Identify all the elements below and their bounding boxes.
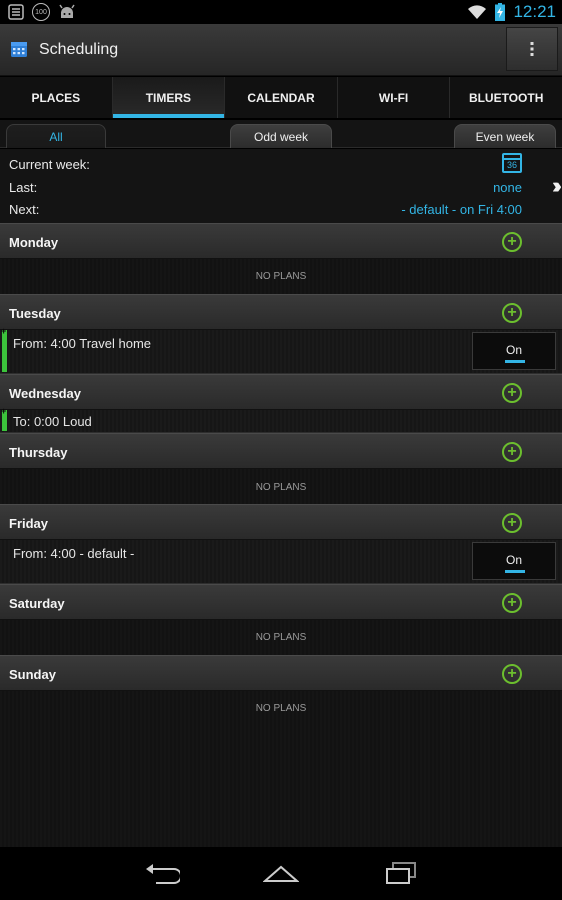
android-icon (59, 4, 75, 18)
plus-icon: + (507, 384, 517, 401)
plus-icon: + (507, 665, 517, 682)
no-plans-thursday: NO PLANS (255, 482, 307, 493)
plus-icon: + (507, 514, 517, 531)
add-plan-button[interactable]: + (502, 513, 522, 533)
tab-places[interactable]: PLACES (0, 77, 113, 118)
current-week-number: 36 (506, 160, 517, 170)
plus-icon: + (507, 304, 517, 321)
toggle-label: On (505, 343, 522, 357)
add-plan-button[interactable]: + (502, 442, 522, 462)
more-vertical-icon (530, 42, 534, 56)
day-header-wednesday: Wednesday + (0, 374, 562, 410)
page-title: Scheduling (39, 41, 119, 58)
back-icon[interactable] (144, 861, 180, 887)
toggle-label: On (505, 553, 522, 567)
day-name: Thursday (9, 445, 68, 460)
day-name: Wednesday (9, 386, 82, 401)
week-tab-all[interactable]: All (6, 124, 106, 148)
wifi-icon (468, 5, 487, 19)
day-name: Saturday (9, 596, 65, 611)
double-chevron-right-icon[interactable]: ››› (552, 173, 562, 199)
calendar-app-icon[interactable] (10, 40, 28, 58)
day-name: Friday (9, 516, 49, 531)
day-name: Sunday (9, 667, 56, 682)
week-tab-odd[interactable]: Odd week (230, 124, 332, 148)
home-icon[interactable] (263, 861, 299, 887)
recent-apps-icon[interactable] (383, 861, 419, 887)
active-indicator (1, 406, 7, 431)
no-plans-sunday: NO PLANS (255, 703, 307, 714)
battery-level-icon: 100 (32, 3, 50, 21)
week-info: Current week: 36 Last: none Next: - defa… (0, 149, 562, 223)
next-value: - default - on Fri 4:00 (401, 202, 522, 217)
day-header-friday: Friday + (0, 504, 562, 540)
active-indicator (1, 326, 7, 372)
plan-toggle[interactable]: On (472, 542, 556, 580)
tab-wifi[interactable]: WI-FI (338, 77, 451, 118)
no-plans-saturday: NO PLANS (255, 632, 307, 643)
last-label: Last: (9, 180, 38, 195)
current-week-calendar-icon[interactable]: 36 (502, 153, 522, 173)
plan-text: To: 0:00 Loud (13, 414, 92, 429)
clock: 12:21 (513, 2, 556, 21)
plan-row-wednesday[interactable]: To: 0:00 Loud (0, 406, 562, 433)
navigation-bar (0, 847, 562, 900)
day-header-sunday: Sunday + (0, 655, 562, 691)
day-header-monday: Monday + (0, 223, 562, 259)
main-tabs: PLACES TIMERS CALENDAR WI-FI BLUETOOTH (0, 77, 562, 119)
tab-bluetooth[interactable]: BLUETOOTH (450, 77, 562, 118)
week-tab-even[interactable]: Even week (454, 124, 556, 148)
day-name: Tuesday (9, 306, 61, 321)
next-label: Next: (9, 202, 40, 217)
day-header-saturday: Saturday + (0, 584, 562, 620)
plan-text: From: 4:00 Travel home (13, 336, 151, 351)
day-header-tuesday: Tuesday + (0, 294, 562, 330)
add-plan-button[interactable]: + (502, 303, 522, 323)
no-plans-monday: NO PLANS (255, 271, 307, 282)
plus-icon: + (507, 233, 517, 250)
plan-row-tuesday[interactable]: From: 4:00 Travel home On (0, 326, 562, 374)
day-name: Monday (9, 235, 59, 250)
status-bar: 100 12:21 (0, 0, 562, 24)
action-bar: Scheduling (0, 24, 562, 76)
plus-icon: + (507, 443, 517, 460)
tab-calendar[interactable]: CALENDAR (225, 77, 338, 118)
tab-timers[interactable]: TIMERS (112, 77, 226, 118)
day-header-thursday: Thursday + (0, 433, 562, 469)
plan-row-friday[interactable]: From: 4:00 - default - On (0, 540, 562, 584)
add-plan-button[interactable]: + (502, 383, 522, 403)
notification-list-icon (8, 4, 24, 20)
plus-icon: + (507, 594, 517, 611)
add-plan-button[interactable]: + (502, 232, 522, 252)
last-value: none (493, 180, 522, 195)
battery-charging-icon (495, 3, 506, 21)
plan-toggle[interactable]: On (472, 332, 556, 370)
overflow-menu-button[interactable] (506, 27, 558, 71)
current-week-label: Current week: (9, 157, 90, 172)
add-plan-button[interactable]: + (502, 664, 522, 684)
add-plan-button[interactable]: + (502, 593, 522, 613)
plan-text: From: 4:00 - default - (13, 546, 135, 561)
week-tabs: All Odd week Even week (0, 120, 562, 148)
